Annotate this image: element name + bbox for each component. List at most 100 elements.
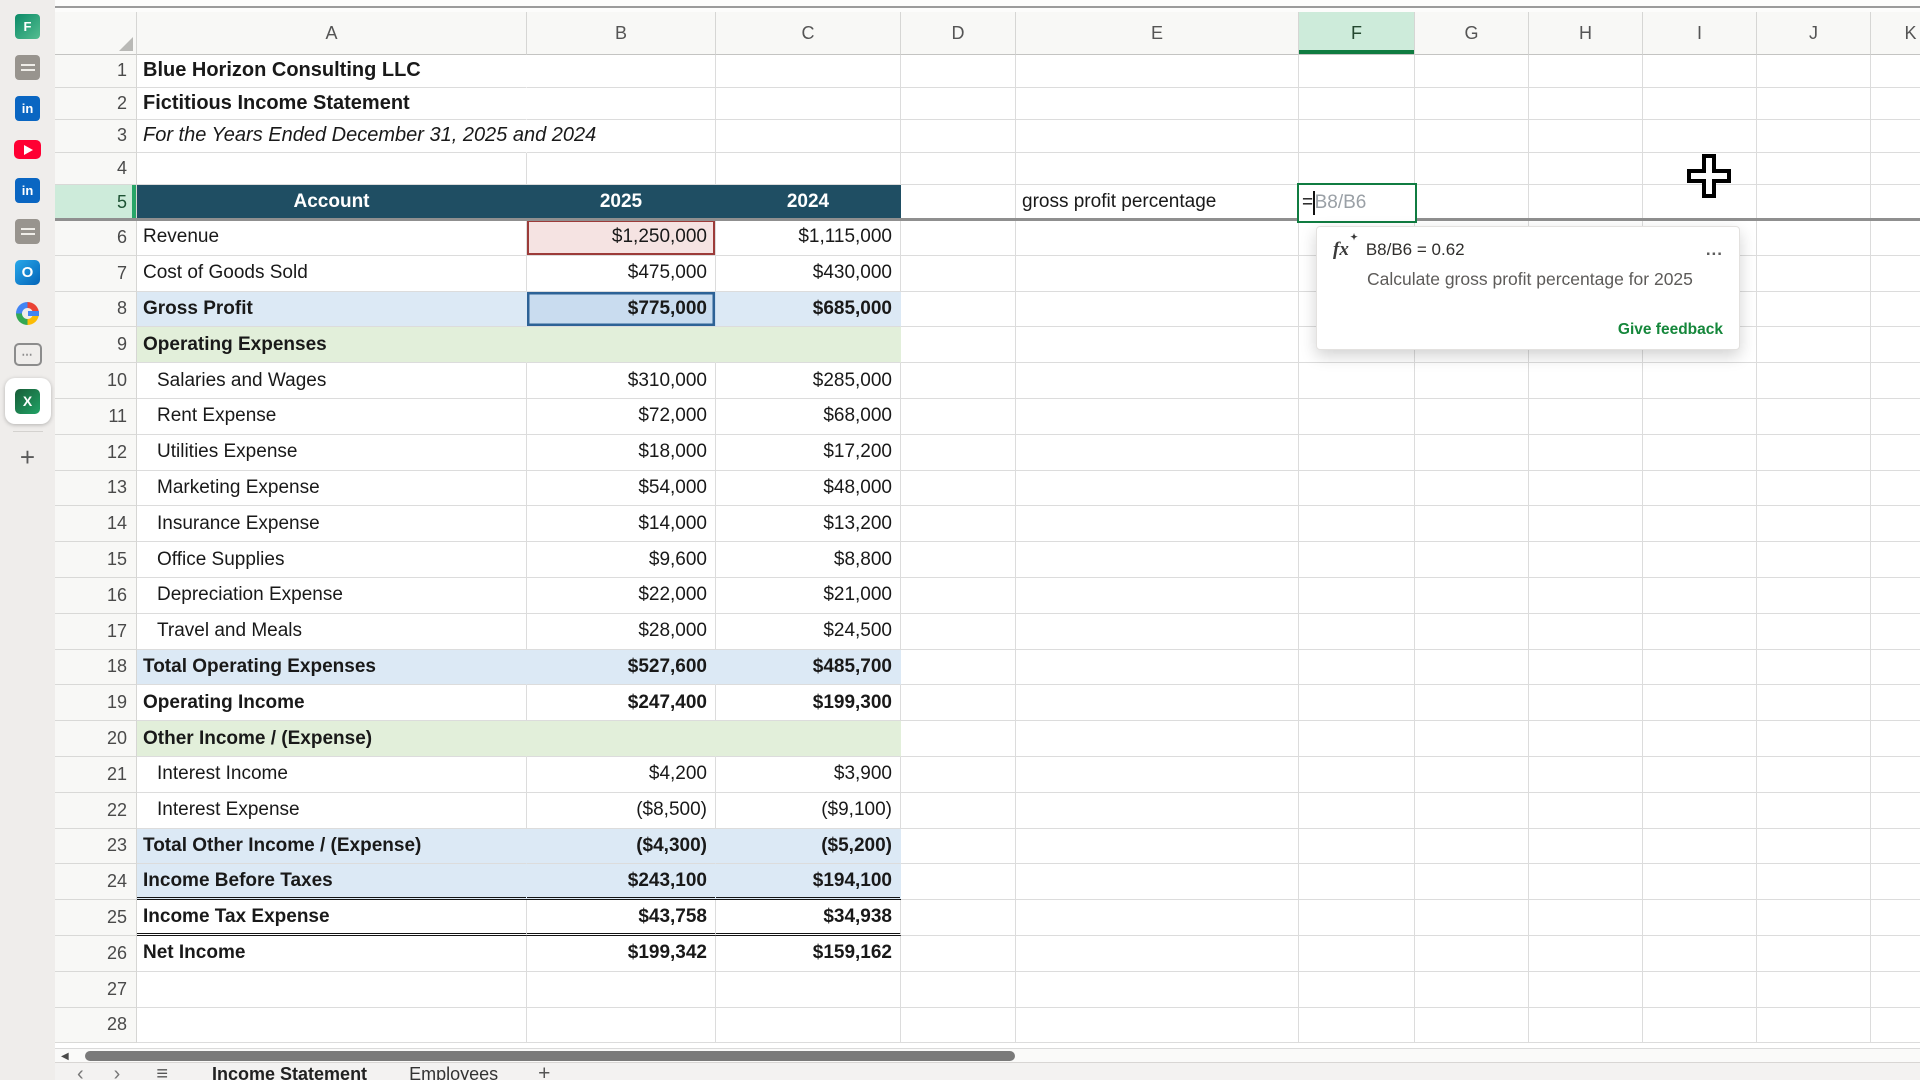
cell-I21[interactable]	[1643, 757, 1757, 793]
cell-H28[interactable]	[1529, 1008, 1643, 1044]
cell-C27[interactable]	[716, 972, 901, 1008]
cell-E15[interactable]	[1016, 542, 1299, 578]
cell-E23[interactable]	[1016, 829, 1299, 865]
cell-K19[interactable]	[1871, 685, 1920, 721]
cell-G14[interactable]	[1415, 506, 1529, 542]
cell-D3[interactable]	[901, 120, 1016, 153]
cell-D26[interactable]	[901, 936, 1016, 972]
cell-E9[interactable]	[1016, 327, 1299, 363]
row-header-16[interactable]: 16	[55, 578, 137, 614]
cell-F1[interactable]	[1299, 55, 1415, 88]
cell-D11[interactable]	[901, 399, 1016, 435]
cell-B9[interactable]	[527, 327, 716, 363]
scrollbar-thumb[interactable]	[85, 1051, 1015, 1061]
cell-E28[interactable]	[1016, 1008, 1299, 1044]
column-header-E[interactable]: E	[1016, 12, 1299, 55]
cell-D24[interactable]	[901, 864, 1016, 900]
give-feedback-link[interactable]: Give feedback	[1618, 321, 1723, 339]
row-header-19[interactable]: 19	[55, 685, 137, 721]
row-header-10[interactable]: 10	[55, 363, 137, 399]
cell-J5[interactable]	[1757, 185, 1871, 220]
cell-G20[interactable]	[1415, 721, 1529, 757]
cell-J28[interactable]	[1757, 1008, 1871, 1044]
cell-B26[interactable]: $199,342	[527, 936, 716, 972]
cell-D10[interactable]	[901, 363, 1016, 399]
cell-C28[interactable]	[716, 1008, 901, 1044]
cell-I24[interactable]	[1643, 864, 1757, 900]
cell-K17[interactable]	[1871, 614, 1920, 650]
cell-J23[interactable]	[1757, 829, 1871, 865]
cell-D27[interactable]	[901, 972, 1016, 1008]
cell-K11[interactable]	[1871, 399, 1920, 435]
cell-F11[interactable]	[1299, 399, 1415, 435]
cell-A13[interactable]: Marketing Expense	[137, 471, 527, 507]
sidebar-item-excel-active[interactable]: X	[5, 378, 51, 424]
cell-K4[interactable]	[1871, 153, 1920, 186]
cell-B22[interactable]: ($8,500)	[527, 793, 716, 829]
row-header-11[interactable]: 11	[55, 399, 137, 435]
cell-B7[interactable]: $475,000	[527, 256, 716, 292]
cell-K9[interactable]	[1871, 327, 1920, 363]
cell-H11[interactable]	[1529, 399, 1643, 435]
cell-A8[interactable]: Gross Profit	[137, 292, 527, 328]
cell-E27[interactable]	[1016, 972, 1299, 1008]
cell-E13[interactable]	[1016, 471, 1299, 507]
cell-C4[interactable]	[716, 153, 901, 186]
cell-B4[interactable]	[527, 153, 716, 186]
cell-H23[interactable]	[1529, 829, 1643, 865]
cell-C6[interactable]: $1,115,000	[716, 220, 901, 256]
cell-H14[interactable]	[1529, 506, 1643, 542]
row-header-23[interactable]: 23	[55, 829, 137, 865]
cell-G23[interactable]	[1415, 829, 1529, 865]
cell-B10[interactable]: $310,000	[527, 363, 716, 399]
row-header-2[interactable]: 2	[55, 88, 137, 121]
cell-A1[interactable]: Blue Horizon Consulting LLC	[137, 55, 527, 88]
cell-A19[interactable]: Operating Income	[137, 685, 527, 721]
cell-K1[interactable]	[1871, 55, 1920, 88]
cell-G4[interactable]	[1415, 153, 1529, 186]
cell-I2[interactable]	[1643, 88, 1757, 121]
cell-D17[interactable]	[901, 614, 1016, 650]
row-header-25[interactable]: 25	[55, 900, 137, 936]
cell-D8[interactable]	[901, 292, 1016, 328]
row-header-22[interactable]: 22	[55, 793, 137, 829]
column-header-B[interactable]: B	[527, 12, 716, 55]
cell-A10[interactable]: Salaries and Wages	[137, 363, 527, 399]
cell-H5[interactable]	[1529, 185, 1643, 220]
row-header-17[interactable]: 17	[55, 614, 137, 650]
cell-B18[interactable]: $527,600	[527, 650, 716, 686]
cell-H21[interactable]	[1529, 757, 1643, 793]
sidebar-item-gray-site[interactable]	[5, 47, 51, 88]
cell-H27[interactable]	[1529, 972, 1643, 1008]
cell-I12[interactable]	[1643, 435, 1757, 471]
column-header-D[interactable]: D	[901, 12, 1016, 55]
sidebar-item-linkedin-2[interactable]: in	[5, 170, 51, 211]
cell-G5[interactable]	[1415, 185, 1529, 220]
column-header-C[interactable]: C	[716, 12, 901, 55]
cell-D19[interactable]	[901, 685, 1016, 721]
cell-J17[interactable]	[1757, 614, 1871, 650]
cell-F4[interactable]	[1299, 153, 1415, 186]
cell-E16[interactable]	[1016, 578, 1299, 614]
cell-G1[interactable]	[1415, 55, 1529, 88]
cell-A5[interactable]: Account	[137, 185, 527, 220]
cell-J3[interactable]	[1757, 120, 1871, 153]
cell-K2[interactable]	[1871, 88, 1920, 121]
new-tab-button[interactable]: +	[5, 436, 51, 477]
cell-F26[interactable]	[1299, 936, 1415, 972]
cell-E2[interactable]	[1016, 88, 1299, 121]
cell-I10[interactable]	[1643, 363, 1757, 399]
cell-F19[interactable]	[1299, 685, 1415, 721]
cell-J27[interactable]	[1757, 972, 1871, 1008]
cell-K27[interactable]	[1871, 972, 1920, 1008]
cell-B19[interactable]: $247,400	[527, 685, 716, 721]
cell-D14[interactable]	[901, 506, 1016, 542]
cell-G26[interactable]	[1415, 936, 1529, 972]
cell-H4[interactable]	[1529, 153, 1643, 186]
sidebar-item-gray-site-2[interactable]	[5, 211, 51, 252]
cell-C20[interactable]	[716, 721, 901, 757]
cell-A20[interactable]: Other Income / (Expense)	[137, 721, 527, 757]
row-header-7[interactable]: 7	[55, 256, 137, 292]
cell-D7[interactable]	[901, 256, 1016, 292]
cell-G24[interactable]	[1415, 864, 1529, 900]
